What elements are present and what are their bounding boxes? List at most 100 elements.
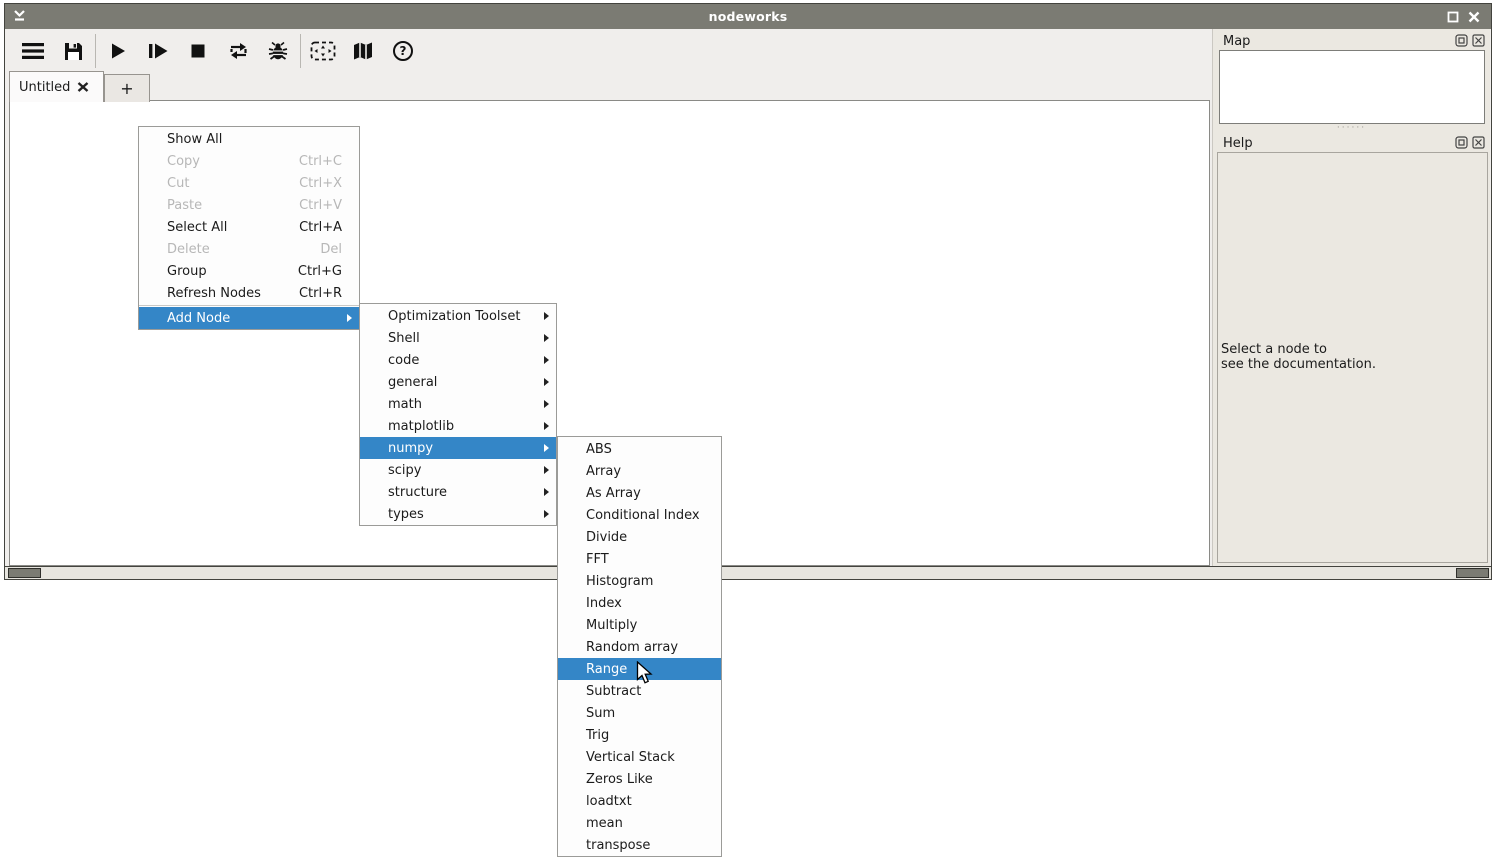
help-button[interactable]: ? (383, 33, 423, 69)
submenu-arrow-icon (544, 400, 549, 408)
menu-item-label: Paste (167, 198, 275, 213)
menu-item-fft[interactable]: FFT (558, 548, 721, 570)
menu-item-label: mean (586, 816, 704, 831)
menu-item-group[interactable]: Group Ctrl+G (139, 260, 359, 282)
menu-item-label: Histogram (586, 574, 704, 589)
menu-item-label: Array (586, 464, 704, 479)
map-toggle-button[interactable] (343, 33, 383, 69)
map-view[interactable] (1219, 50, 1485, 124)
menu-item-general[interactable]: general (360, 371, 556, 393)
menu-item-shortcut: Ctrl+X (299, 176, 342, 191)
hamburger-menu-icon (21, 42, 45, 60)
submenu-arrow-icon (347, 314, 352, 322)
menu-item-multiply[interactable]: Multiply (558, 614, 721, 636)
stop-button[interactable] (178, 33, 218, 69)
menu-item-refresh-nodes[interactable]: Refresh NodesCtrl+R (139, 282, 359, 304)
menu-item-label: Random array (586, 640, 704, 655)
menu-item-abs[interactable]: ABS (558, 438, 721, 460)
menu-item-label: Shell (388, 331, 544, 346)
scrollbar-thumb[interactable] (8, 568, 41, 578)
menu-item-show-all[interactable]: Show All (139, 128, 359, 150)
menu-item-label: Sum (586, 706, 704, 721)
help-message-line: Select a node to (1221, 343, 1376, 358)
menu-item-label: Optimization Toolset (388, 309, 544, 324)
menu-item-label: structure (388, 485, 544, 500)
help-panel-header: Help (1213, 133, 1490, 153)
loop-icon (227, 42, 250, 60)
fit-view-button[interactable] (303, 33, 343, 69)
tab-close-icon[interactable] (77, 81, 89, 93)
menu-item-histogram[interactable]: Histogram (558, 570, 721, 592)
menu-item-random-array[interactable]: Random array (558, 636, 721, 658)
new-tab-button[interactable]: + (104, 74, 150, 102)
menu-item-array[interactable]: Array (558, 460, 721, 482)
scrollbar-end-block[interactable] (1456, 568, 1489, 578)
close-window-button[interactable] (1466, 9, 1482, 24)
menu-item-conditional-index[interactable]: Conditional Index (558, 504, 721, 526)
menu-item-divide[interactable]: Divide (558, 526, 721, 548)
menu-item-label: Select All (167, 220, 275, 235)
menu-item-vertical-stack[interactable]: Vertical Stack (558, 746, 721, 768)
dock-splitter-handle[interactable]: ······ (1213, 125, 1490, 132)
menu-item-label: math (388, 397, 544, 412)
maximize-button[interactable] (1445, 9, 1461, 24)
submenu-arrow-icon (544, 488, 549, 496)
float-icon (1455, 34, 1468, 47)
menu-item-add-node[interactable]: Add Node (139, 307, 359, 329)
map-icon (352, 41, 374, 61)
menu-item-label: code (388, 353, 544, 368)
titlebar: nodeworks (5, 4, 1491, 29)
menu-item-label: ABS (586, 442, 704, 457)
menu-item-numpy[interactable]: numpy (360, 437, 556, 459)
menu-item-index[interactable]: Index (558, 592, 721, 614)
menu-item-label: Delete (167, 242, 296, 257)
submenu-arrow-icon (544, 334, 549, 342)
menu-item-as-array[interactable]: As Array (558, 482, 721, 504)
menu-item-math[interactable]: math (360, 393, 556, 415)
menu-item-shortcut: Ctrl+R (299, 286, 342, 301)
menu-item-shortcut: Ctrl+C (299, 154, 342, 169)
menu-item-loadtxt[interactable]: loadtxt (558, 790, 721, 812)
menu-item-mean[interactable]: mean (558, 812, 721, 834)
help-icon: ? (392, 40, 414, 62)
menu-item-matplotlib[interactable]: matplotlib (360, 415, 556, 437)
submenu-arrow-icon (544, 378, 549, 386)
tab-untitled[interactable]: Untitled (9, 71, 104, 102)
horizontal-scrollbar[interactable] (5, 566, 1491, 579)
menu-item-delete: DeleteDel (139, 238, 359, 260)
menu-item-label: Group (167, 264, 274, 279)
menu-item-shortcut: Ctrl+G (298, 264, 342, 279)
menu-item-sum[interactable]: Sum (558, 702, 721, 724)
step-run-button[interactable] (138, 33, 178, 69)
new-tab-label: + (120, 79, 133, 98)
save-button[interactable] (53, 33, 93, 69)
menu-item-code[interactable]: code (360, 349, 556, 371)
maximize-icon (1447, 11, 1459, 23)
menu-item-trig[interactable]: Trig (558, 724, 721, 746)
menu-item-label: FFT (586, 552, 704, 567)
menu-item-label: general (388, 375, 544, 390)
float-icon (1455, 136, 1468, 149)
menu-item-label: Subtract (586, 684, 704, 699)
run-button[interactable] (98, 33, 138, 69)
help-close-button[interactable] (1471, 135, 1485, 149)
map-float-button[interactable] (1454, 33, 1468, 47)
menu-item-shell[interactable]: Shell (360, 327, 556, 349)
menu-item-select-all[interactable]: Select AllCtrl+A (139, 216, 359, 238)
menu-item-optimization-toolset[interactable]: Optimization Toolset (360, 305, 556, 327)
map-close-button[interactable] (1471, 33, 1485, 47)
menu-item-label: Cut (167, 176, 275, 191)
menu-item-zeros-like[interactable]: Zeros Like (558, 768, 721, 790)
menu-item-types[interactable]: types (360, 503, 556, 525)
menu-item-structure[interactable]: structure (360, 481, 556, 503)
menu-item-transpose[interactable]: transpose (558, 834, 721, 856)
menu-item-paste: PasteCtrl+V (139, 194, 359, 216)
toolbar-separator (95, 34, 96, 68)
menu-item-copy: CopyCtrl+C (139, 150, 359, 172)
menu-item-scipy[interactable]: scipy (360, 459, 556, 481)
menu-item-label: Divide (586, 530, 704, 545)
debug-button[interactable] (258, 33, 298, 69)
loop-run-button[interactable] (218, 33, 258, 69)
main-menu-button[interactable] (13, 33, 53, 69)
help-float-button[interactable] (1454, 135, 1468, 149)
